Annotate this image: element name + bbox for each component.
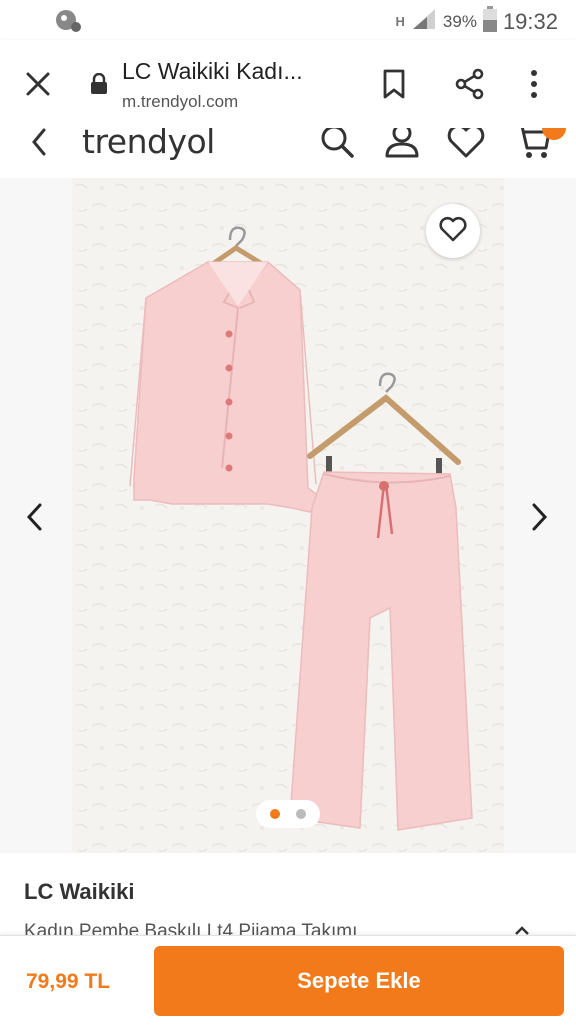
browser-toolbar: LC Waikiki Kadı... m.trendyol.com [0,40,576,129]
close-icon[interactable] [22,68,54,105]
heart-icon[interactable] [446,128,486,165]
page-url[interactable]: m.trendyol.com [122,92,238,112]
favorite-button[interactable] [426,204,480,258]
lock-icon [90,72,108,100]
product-gallery[interactable] [0,178,576,853]
gallery-dot[interactable] [296,809,306,819]
gallery-dot-active[interactable] [270,809,280,819]
site-header: trendyol [0,128,576,179]
purchase-bar: 79,99 TL Sepete Ekle [0,935,576,1025]
share-icon[interactable] [454,68,486,105]
page-title: LC Waikiki Kadı... [122,58,303,84]
product-name: Kadın Pembe Baskılı Lt4 Pijama Takımı [24,921,358,935]
previous-image-icon[interactable] [22,502,48,537]
system-nav-strip [0,1016,576,1024]
signal-icon [411,7,437,36]
add-to-cart-button[interactable]: Sepete Ekle [154,946,564,1016]
expand-icon[interactable] [512,923,532,935]
product-info: LC Waikiki Kadın Pembe Baskılı Lt4 Pijam… [0,853,576,935]
heart-icon [438,215,468,248]
status-bar: H 39% 19:32 [0,0,576,40]
bookmark-icon[interactable] [380,68,408,105]
battery-icon [482,6,497,37]
more-icon[interactable] [528,68,540,105]
clock: 19:32 [502,8,558,34]
battery-percent: 39% [442,11,477,31]
price-label: 79,99 TL [26,970,111,993]
network-type-label: H [395,14,405,29]
brand-name[interactable]: LC Waikiki [24,879,134,905]
notification-icon [54,7,82,38]
back-icon[interactable] [28,128,52,165]
gallery-pagination [256,800,320,828]
product-image[interactable] [72,178,504,853]
user-icon[interactable] [384,128,420,165]
trendyol-logo[interactable]: trendyol [82,128,215,161]
next-image-icon[interactable] [526,502,552,537]
search-icon[interactable] [318,128,356,165]
